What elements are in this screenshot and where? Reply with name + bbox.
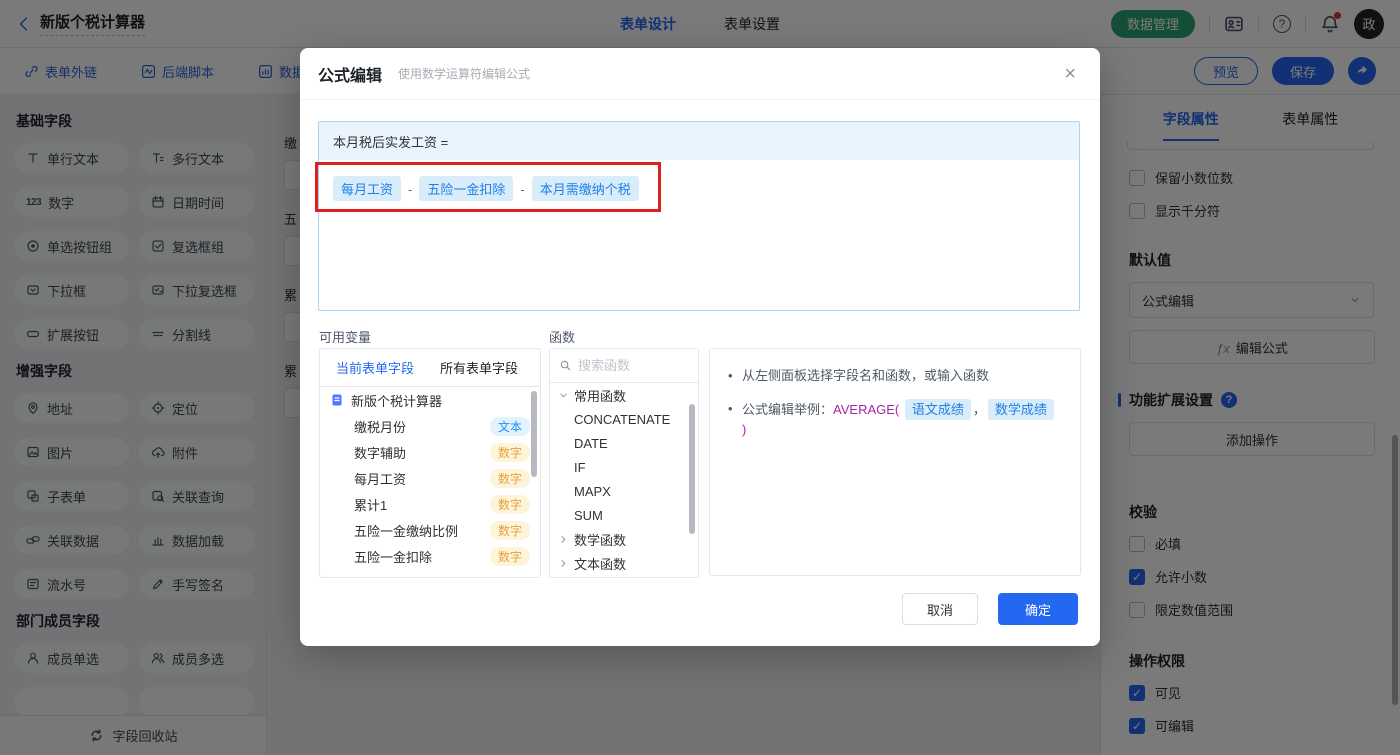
- tab-all-form-fields[interactable]: 所有表单字段: [440, 358, 518, 377]
- modal-footer: 取消 确定: [902, 593, 1078, 625]
- modal-header: 公式编辑 使用数学运算符编辑公式 ×: [300, 48, 1100, 100]
- chevron-right-icon: [561, 535, 566, 543]
- search-icon: [560, 360, 571, 371]
- help-tip-2: 公式编辑举例：AVERAGE( 语文成绩，数学成绩 ): [728, 398, 1062, 440]
- group-label: 文本函数: [574, 556, 627, 572]
- form-doc-icon: [331, 393, 343, 407]
- formula-token-insurance-deduction[interactable]: 五险一金扣除: [419, 176, 514, 201]
- variables-panel: 当前表单字段 所有表单字段 新版个税计算器 缴税月份 文本 数字辅助 数字 每月…: [319, 348, 541, 578]
- variable-row[interactable]: 五险一金缴纳比例 数字: [320, 517, 540, 543]
- type-badge-text: 文本: [489, 416, 530, 436]
- function-group-math[interactable]: 数学函数: [550, 527, 698, 551]
- function-group-text[interactable]: 文本函数: [550, 551, 698, 575]
- function-item-if[interactable]: IF: [550, 455, 698, 479]
- variable-name: 五险一金扣除: [354, 549, 433, 565]
- example-close-paren: ): [742, 422, 747, 437]
- minus-operator: -: [408, 182, 413, 197]
- variables-tabs: 当前表单字段 所有表单字段: [320, 349, 540, 387]
- scrollbar-thumb[interactable]: [531, 391, 537, 477]
- formula-target-row: 本月税后实发工资 =: [319, 122, 1079, 160]
- variable-row[interactable]: 每月工资 数字: [320, 465, 540, 491]
- type-badge-number: 数字: [489, 468, 530, 488]
- variable-name: 数字辅助: [354, 445, 407, 461]
- variable-row[interactable]: 数字辅助 数字: [320, 439, 540, 465]
- group-label: 常用函数: [574, 388, 627, 404]
- group-label: 数学函数: [574, 532, 627, 548]
- formula-token-monthly-tax[interactable]: 本月需缴纳个税: [531, 176, 639, 201]
- formula-target-label: 本月税后实发工资 =: [333, 134, 449, 150]
- function-search: [550, 349, 698, 383]
- function-item-date[interactable]: DATE: [550, 431, 698, 455]
- chevron-right-icon: [561, 559, 566, 567]
- example-arg-chip: 语文成绩: [904, 398, 971, 420]
- minus-operator: -: [520, 182, 525, 197]
- type-badge-number: 数字: [489, 546, 530, 566]
- variable-name: 每月工资: [354, 471, 407, 487]
- scrollbar-thumb[interactable]: [689, 404, 695, 534]
- variable-row[interactable]: 累计1 数字: [320, 491, 540, 517]
- functions-label: 函数: [549, 330, 576, 345]
- close-icon[interactable]: ×: [1058, 64, 1082, 84]
- modal-subtitle: 使用数学运算符编辑公式: [398, 67, 531, 81]
- cancel-button[interactable]: 取消: [902, 593, 978, 625]
- tab-current-form-fields[interactable]: 当前表单字段: [336, 358, 414, 377]
- confirm-button[interactable]: 确定: [998, 593, 1078, 625]
- variable-row[interactable]: 缴税月份 文本: [320, 413, 540, 439]
- example-prefix: 公式编辑举例：: [742, 401, 834, 417]
- type-badge-number: 数字: [489, 442, 530, 462]
- help-tip-1: 从左侧面板选择字段名和函数，或输入函数: [728, 366, 1062, 386]
- function-item-concatenate[interactable]: CONCATENATE: [550, 407, 698, 431]
- formula-edit-modal: 公式编辑 使用数学运算符编辑公式 × 本月税后实发工资 = 每月工资 - 五险一金扣…: [300, 48, 1100, 646]
- example-arg-chip: 数学成绩: [987, 398, 1054, 420]
- formula-input-area[interactable]: 每月工资 - 五险一金扣除 - 本月需缴纳个税: [319, 160, 1079, 217]
- chevron-down-icon: [560, 393, 567, 397]
- function-search-input[interactable]: [578, 358, 689, 373]
- type-badge-number: 数字: [489, 494, 530, 514]
- formula-token-monthly-salary[interactable]: 每月工资: [333, 176, 402, 201]
- example-function-name: AVERAGE(: [833, 401, 900, 417]
- function-item-sum[interactable]: SUM: [550, 503, 698, 527]
- modal-title: 公式编辑: [318, 67, 383, 85]
- variables-label: 可用变量: [319, 330, 372, 345]
- type-badge-number: 数字: [489, 520, 530, 540]
- variable-name: 缴税月份: [354, 419, 407, 435]
- variable-row[interactable]: 五险一金扣除 数字: [320, 543, 540, 569]
- variable-root-label: 新版个税计算器: [351, 393, 443, 409]
- variable-name: 累计1: [354, 497, 388, 513]
- function-item-mapx[interactable]: MAPX: [550, 479, 698, 503]
- example-comma: ，: [972, 401, 986, 417]
- variable-name: 五险一金缴纳比例: [354, 523, 459, 539]
- variable-tree-root[interactable]: 新版个税计算器: [320, 387, 540, 413]
- function-group-common[interactable]: 常用函数: [550, 383, 698, 407]
- formula-editor[interactable]: 本月税后实发工资 = 每月工资 - 五险一金扣除 - 本月需缴纳个税: [318, 121, 1080, 311]
- functions-panel: 常用函数 CONCATENATE DATE IF MAPX SUM 数学函数 文…: [549, 348, 699, 578]
- formula-help-panel: 从左侧面板选择字段名和函数，或输入函数 公式编辑举例：AVERAGE( 语文成绩…: [709, 348, 1081, 576]
